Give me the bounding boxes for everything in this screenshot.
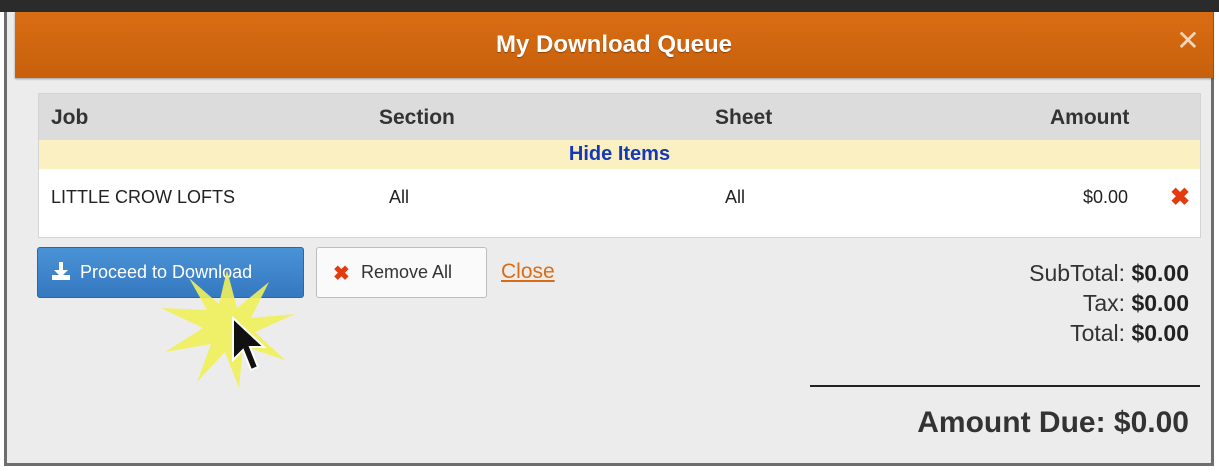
remove-item-icon[interactable]: ✖ — [1170, 183, 1190, 212]
totals-summary: SubTotal: $0.00 Tax: $0.00 Total: $0.00 — [1029, 258, 1189, 348]
remove-all-label: Remove All — [361, 262, 453, 282]
cell-sheet: All — [725, 187, 746, 207]
remove-all-button[interactable]: ✖ Remove All — [316, 247, 487, 298]
cell-job: LITTLE CROW LOFTS — [51, 187, 236, 207]
click-burst-icon — [161, 270, 295, 388]
header-job: Job — [51, 106, 89, 129]
tax-value: $0.00 — [1131, 290, 1189, 316]
tax-label: Tax: — [1082, 290, 1126, 316]
click-highlight-cursor — [161, 270, 295, 388]
download-icon — [52, 262, 70, 280]
download-queue-dialog: My Download Queue ✕ Job Section Sheet Am… — [4, 12, 1214, 466]
totals-divider — [810, 385, 1200, 387]
remove-x-icon: ✖ — [333, 263, 350, 285]
total-line: Total: $0.00 — [1029, 318, 1189, 348]
dialog-title-bar: My Download Queue ✕ — [15, 12, 1213, 78]
tax-line: Tax: $0.00 — [1029, 288, 1189, 318]
queue-table: Job Section Sheet Amount Hide Items LITT… — [38, 93, 1201, 238]
hide-items-link[interactable]: Hide Items — [569, 143, 670, 166]
subtotal-line: SubTotal: $0.00 — [1029, 258, 1189, 288]
subtotal-label: SubTotal: — [1029, 260, 1126, 286]
table-header: Job Section Sheet Amount — [39, 94, 1200, 140]
cell-amount: $0.00 — [1083, 187, 1129, 207]
amount-due-value: $0.00 — [1113, 406, 1189, 439]
close-link[interactable]: Close — [501, 260, 555, 284]
dialog-title: My Download Queue — [495, 31, 732, 58]
hide-items-row: Hide Items — [39, 140, 1200, 169]
header-amount: Amount — [1050, 106, 1130, 129]
close-icon[interactable]: ✕ — [1173, 26, 1203, 56]
subtotal-value: $0.00 — [1131, 260, 1189, 286]
total-value: $0.00 — [1131, 320, 1189, 346]
amount-due: Amount Due: $0.00 — [917, 406, 1189, 440]
total-label: Total: — [1070, 320, 1126, 346]
cell-section: All — [389, 187, 410, 207]
amount-due-label: Amount Due: — [917, 406, 1106, 439]
header-section: Section — [379, 106, 455, 129]
table-row: LITTLE CROW LOFTS All All $0.00 ✖ — [39, 169, 1200, 231]
header-sheet: Sheet — [715, 106, 773, 129]
